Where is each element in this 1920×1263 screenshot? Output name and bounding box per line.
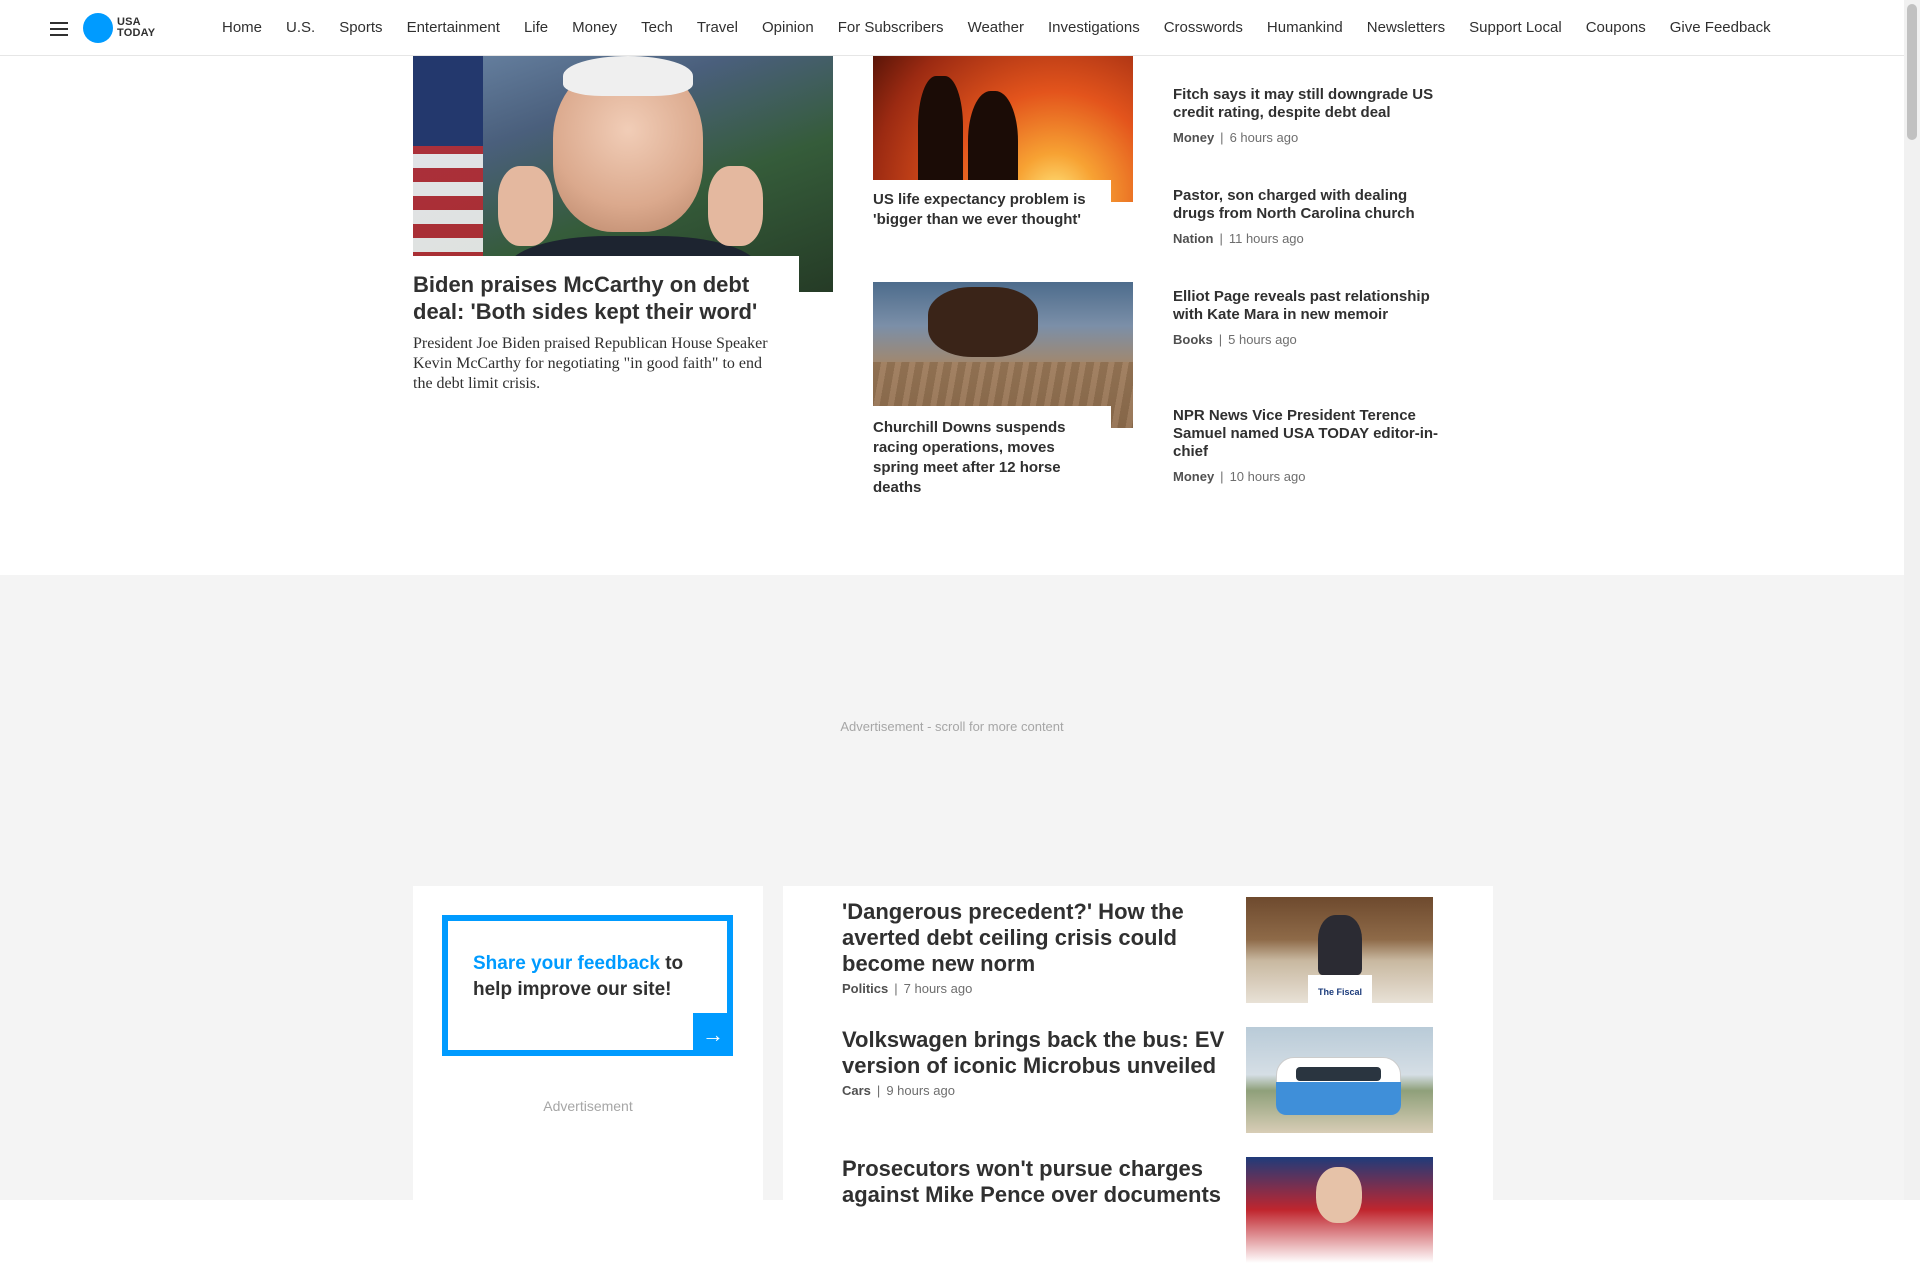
story-time: 11 hours ago (1228, 231, 1304, 246)
nav-link-support-local[interactable]: Support Local (1469, 19, 1562, 36)
side-ad-label: Advertisement (543, 1098, 633, 1114)
nav-link-coupons[interactable]: Coupons (1586, 19, 1646, 36)
nav-link-home[interactable]: Home (222, 19, 262, 36)
arrow-right-icon[interactable]: → (693, 1013, 733, 1056)
nav-link-sports[interactable]: Sports (339, 19, 382, 36)
usa-today-logo[interactable]: USA TODAY (83, 13, 155, 43)
story-category[interactable]: Politics (842, 981, 888, 996)
top-nav: USA TODAY Home U.S. Sports Entertainment… (0, 0, 1904, 56)
ad-banner-label: Advertisement - scroll for more content (840, 719, 1064, 734)
news-item-2[interactable]: Volkswagen brings back the bus: EV versi… (842, 1027, 1232, 1098)
nav-link-entertainment[interactable]: Entertainment (407, 19, 500, 36)
nav-link-investigations[interactable]: Investigations (1048, 19, 1140, 36)
story-category[interactable]: Nation (1173, 231, 1213, 246)
story-meta: Books | 5 hours ago (1173, 332, 1297, 347)
nav-link-crosswords[interactable]: Crosswords (1164, 19, 1243, 36)
news-item-1-image[interactable]: The Fiscal (1246, 897, 1433, 1003)
right-story-title[interactable]: Elliot Page reveals past relationship wi… (1173, 288, 1443, 324)
mid-story-2-title[interactable]: Churchill Downs suspends racing operatio… (873, 418, 1103, 498)
logo-text: USA TODAY (117, 17, 155, 39)
news-image-caption: The Fiscal (1317, 987, 1362, 997)
mid-story-2[interactable]: Churchill Downs suspends racing operatio… (873, 282, 1133, 496)
mid-story-1[interactable]: US life expectancy problem is 'bigger th… (873, 56, 1133, 228)
story-category[interactable]: Money (1173, 469, 1214, 484)
story-meta: Money | 6 hours ago (1173, 130, 1299, 145)
story-time: 5 hours ago (1228, 332, 1297, 347)
story-time: 9 hours ago (886, 1083, 955, 1098)
right-story-title[interactable]: NPR News Vice President Terence Samuel n… (1173, 407, 1443, 461)
scrollbar-thumb[interactable] (1907, 4, 1917, 140)
nav-link-life[interactable]: Life (524, 19, 548, 36)
story-time: 7 hours ago (903, 981, 973, 996)
story-meta: Money | 10 hours ago (1173, 469, 1306, 484)
news-item-3[interactable]: Prosecutors won't pursue charges against… (842, 1156, 1232, 1208)
nav-link-newsletters[interactable]: Newsletters (1367, 19, 1445, 36)
nav-link-humankind[interactable]: Humankind (1267, 19, 1343, 36)
hamburger-icon[interactable] (48, 18, 70, 38)
nav-link-us[interactable]: U.S. (286, 19, 315, 36)
nav-link-tech[interactable]: Tech (641, 19, 673, 36)
nav-link-travel[interactable]: Travel (697, 19, 738, 36)
lead-story-title[interactable]: Biden praises McCarthy on debt deal: 'Bo… (413, 271, 773, 325)
story-time: 10 hours ago (1229, 469, 1306, 484)
right-story-3[interactable]: Elliot Page reveals past relationship wi… (1173, 288, 1443, 347)
story-meta: Nation | 11 hours ago (1173, 231, 1304, 246)
news-item-1[interactable]: 'Dangerous precedent?' How the averted d… (842, 899, 1232, 996)
nav-link-weather[interactable]: Weather (968, 19, 1024, 36)
nav-link-opinion[interactable]: Opinion (762, 19, 814, 36)
feedback-highlight[interactable]: Share your feedback (473, 953, 660, 974)
story-meta: Politics | 7 hours ago (842, 981, 973, 996)
right-story-title[interactable]: Pastor, son charged with dealing drugs f… (1173, 187, 1443, 223)
logo-line2: TODAY (117, 27, 156, 39)
news-item-2-image[interactable] (1246, 1027, 1433, 1133)
mid-story-1-title[interactable]: US life expectancy problem is 'bigger th… (873, 190, 1103, 230)
story-meta: Cars | 9 hours ago (842, 1083, 955, 1098)
news-title[interactable]: Prosecutors won't pursue charges against… (842, 1156, 1232, 1208)
page-scrollbar[interactable] (1904, 0, 1920, 1200)
story-category[interactable]: Cars (842, 1083, 871, 1098)
story-category[interactable]: Money (1173, 130, 1214, 145)
nav-link-give-feedback[interactable]: Give Feedback (1670, 19, 1771, 36)
feedback-text: Share your feedback to help improve our … (473, 951, 703, 1003)
news-item-3-image[interactable] (1246, 1157, 1433, 1263)
story-time: 6 hours ago (1229, 130, 1299, 145)
feedback-card[interactable]: Share your feedback to help improve our … (442, 915, 733, 1056)
lead-story-summary: President Joe Biden praised Republican H… (413, 335, 768, 392)
news-title[interactable]: Volkswagen brings back the bus: EV versi… (842, 1027, 1232, 1079)
right-story-title[interactable]: Fitch says it may still downgrade US cre… (1173, 86, 1443, 122)
right-story-2[interactable]: Pastor, son charged with dealing drugs f… (1173, 187, 1443, 246)
nav-link-for-subscribers[interactable]: For Subscribers (838, 19, 944, 36)
news-title[interactable]: 'Dangerous precedent?' How the averted d… (842, 899, 1232, 977)
nav-links: Home U.S. Sports Entertainment Life Mone… (222, 0, 1795, 54)
logo-dot (83, 13, 113, 43)
right-story-1[interactable]: Fitch says it may still downgrade US cre… (1173, 86, 1443, 145)
nav-link-money[interactable]: Money (572, 19, 617, 36)
story-category[interactable]: Books (1173, 332, 1213, 347)
right-story-4[interactable]: NPR News Vice President Terence Samuel n… (1173, 407, 1443, 484)
